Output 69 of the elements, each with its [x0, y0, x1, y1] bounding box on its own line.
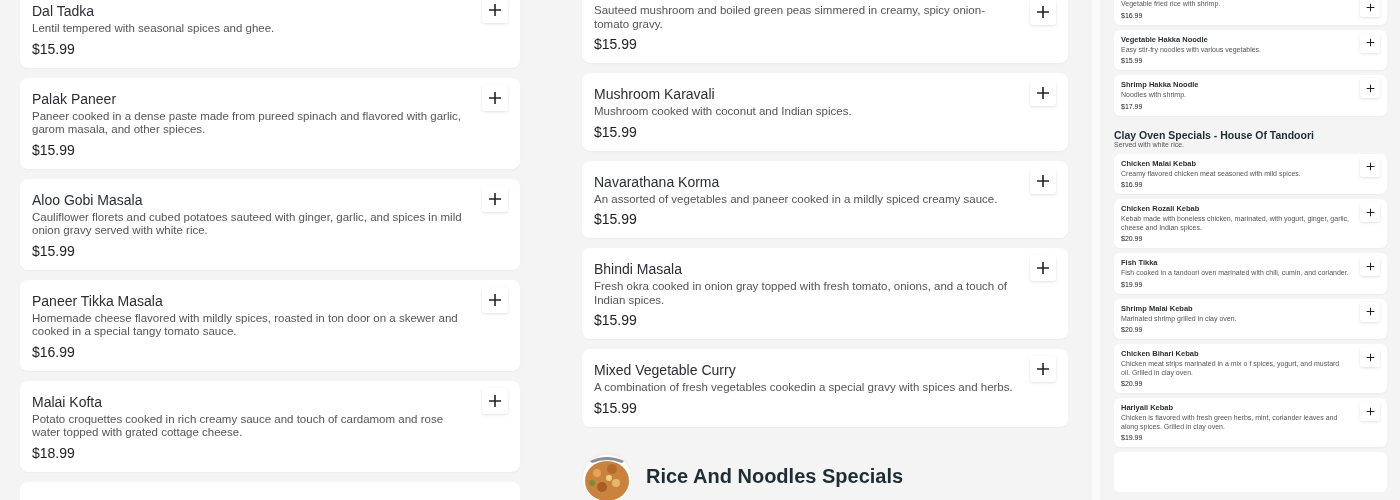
item-name: Aloo Gobi Masala — [32, 190, 144, 210]
add-button[interactable] — [1360, 256, 1380, 276]
plus-icon — [1036, 86, 1050, 100]
add-button[interactable] — [1360, 78, 1380, 98]
item-name: Mixed Vegetable Curry — [594, 361, 737, 380]
add-button[interactable] — [1030, 167, 1056, 194]
item-description: Sauteed mushroom and boiled green peas simmered in creamy, spicy onion-tomato gravy. — [594, 4, 986, 31]
plus-icon — [1036, 173, 1050, 188]
item-description: Cauliflower florets and cubed potatoes sauteed with ginger, garlic, and spices in mild onion gravy served with white rice. — [32, 210, 463, 238]
plus-icon — [1365, 352, 1375, 362]
plus-icon — [1036, 362, 1050, 376]
item-name: Malai Kofta — [32, 392, 104, 412]
add-button[interactable] — [1360, 301, 1380, 322]
plus-icon — [1365, 307, 1375, 316]
add-button[interactable] — [1360, 347, 1380, 367]
section-heading: Clay Oven Specials - House Of Tandoori — [1114, 128, 1315, 141]
add-button[interactable] — [1360, 202, 1380, 222]
item-name: Bhindi Masala — [594, 260, 683, 279]
item-price: $15.99 — [32, 241, 76, 261]
item-name: Paneer Tikka Masala — [32, 291, 164, 311]
add-button[interactable] — [482, 185, 508, 212]
item-price: $15.99 — [594, 122, 638, 142]
item-price: $15.99 — [594, 210, 638, 229]
item-price: $15.99 — [594, 311, 638, 330]
add-button[interactable] — [482, 0, 508, 23]
plus-icon — [1365, 162, 1375, 171]
add-button[interactable] — [1360, 0, 1380, 17]
item-name: Palak Paneer — [32, 89, 118, 109]
plus-icon — [488, 3, 502, 17]
add-button[interactable] — [482, 84, 508, 111]
plus-icon — [1365, 38, 1375, 47]
add-button[interactable] — [1360, 32, 1380, 53]
add-button[interactable] — [1360, 156, 1380, 177]
add-button[interactable] — [1030, 255, 1056, 281]
item-price: $15.99 — [594, 398, 638, 418]
item-price: $18.99 — [32, 443, 76, 463]
plus-icon — [1365, 261, 1375, 271]
item-name: Navarathana Korma — [594, 172, 721, 192]
item-name: Dal Tadka — [32, 2, 95, 21]
add-button[interactable] — [482, 286, 508, 313]
item-description: Lentil tempered with seasonal spices and ghee. — [32, 22, 276, 36]
add-button[interactable] — [1030, 80, 1056, 106]
add-button[interactable] — [482, 387, 508, 414]
plus-icon — [1365, 406, 1375, 416]
item-price: $16.99 — [32, 342, 76, 362]
plus-icon — [488, 393, 502, 408]
item-description: Mushroom cooked with coconut and Indian spices. — [594, 105, 853, 119]
item-description: Fresh okra cooked in onion gray topped with fresh tomato, onions, and a touch of Indian spices. — [594, 280, 1008, 307]
item-description: Potato croquettes cooked in rich creamy sauce and touch of cardamom and rose water topped with grated cottage cheese. — [32, 412, 445, 440]
plus-icon — [1365, 83, 1375, 93]
item-description: A combination of fresh vegetables cookedin a special gravy with spices and herbs. — [594, 381, 1014, 395]
plus-icon — [488, 90, 502, 105]
plus-icon — [488, 292, 502, 307]
item-price: $15.99 — [32, 39, 76, 59]
item-name: Mushroom Karavali — [594, 85, 716, 104]
plus-icon — [1365, 207, 1375, 217]
item-description: An assorted of vegetables and paneer cooked in a mildly spiced creamy sauce. — [594, 192, 999, 206]
plus-icon — [1036, 261, 1050, 275]
plus-icon — [1036, 5, 1050, 19]
plus-icon — [488, 191, 502, 206]
add-button[interactable] — [1360, 401, 1380, 421]
item-price: $15.99 — [594, 35, 638, 54]
section-heading: Rice And Noodles Specials — [646, 463, 904, 488]
add-button[interactable] — [1030, 0, 1056, 25]
add-button[interactable] — [1030, 356, 1056, 382]
item-description: Paneer cooked in a dense paste made from pureed spinach and flavored with garlic, garom masala, and other spieces. — [32, 109, 462, 137]
item-description: Homemade cheese flavored with mildly spices, roasted in ton door on a skewer and cooked in a special tangy tomato sauce. — [32, 311, 459, 339]
plus-icon — [1365, 2, 1375, 12]
item-price: $15.99 — [32, 140, 76, 160]
